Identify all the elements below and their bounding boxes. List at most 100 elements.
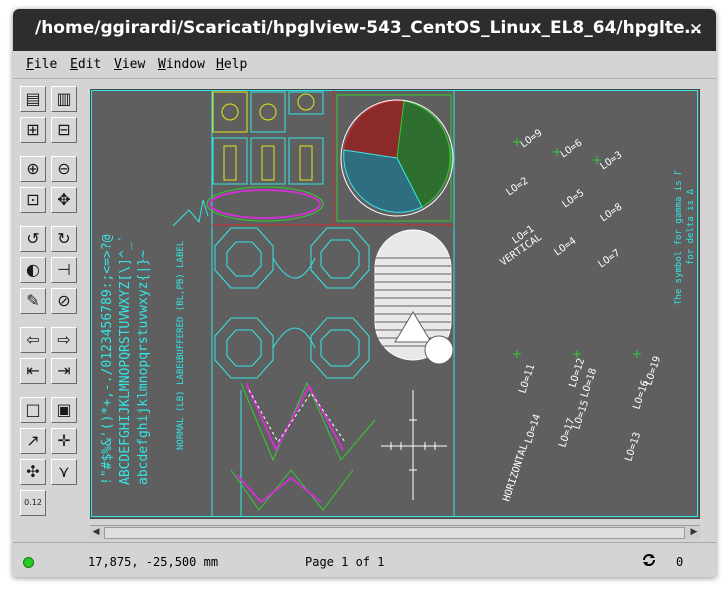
lo-label: LO=6 <box>558 138 584 161</box>
split-icon: ⊣ <box>57 260 71 279</box>
lo-label: LO=9 <box>518 128 544 151</box>
delta-line: for delta is Δ <box>686 189 696 265</box>
buffered-label: BUFFERED (BL,PB) LABEL <box>176 241 186 360</box>
lo-label: HORIZONTAL <box>501 442 530 503</box>
contrast-button[interactable]: ◐ <box>20 257 46 283</box>
zoom-out-icon: ⊖ <box>57 159 71 178</box>
page-indicator: Page 1 of 1 <box>305 555 385 569</box>
char-set-text: !"#$%&'()*+,-./0123456789:;<=>?@ ABCDEFG… <box>100 234 151 485</box>
filled-rectangle-icon: ▣ <box>56 400 72 419</box>
zigzag-shape <box>172 199 209 227</box>
lo-label: LO=11 <box>517 363 537 395</box>
rectangle-button[interactable]: □ <box>20 397 46 423</box>
remove-page-icon: ⊟ <box>57 120 71 139</box>
hpgl-drawing: !"#$%&'()*+,-./0123456789:;<=>?@ ABCDEFG… <box>91 90 698 517</box>
zoom-in-button[interactable]: ⊕ <box>20 156 46 182</box>
redo-icon: ⇨ <box>57 330 71 349</box>
crosshair-icon: ✛ <box>57 431 71 450</box>
zoom-fit-button[interactable]: ⊡ <box>20 187 46 213</box>
first-page-icon: ⇤ <box>26 361 40 380</box>
scroll-thumb[interactable] <box>104 527 685 539</box>
drawing-canvas[interactable]: !"#$%&'()*+,-./0123456789:;<=>?@ ABCDEFG… <box>90 89 700 519</box>
title-bar[interactable]: /home/ggirardi/Scaricati/hpglview-543_Ce… <box>13 9 716 51</box>
lo-label: LO=5 <box>560 188 586 211</box>
lo-label: LO=19 <box>643 355 663 387</box>
redo-button[interactable]: ⇨ <box>51 327 77 353</box>
zoom-window-button[interactable]: ✥ <box>51 187 77 213</box>
scroll-left-icon[interactable]: ◀ <box>90 527 102 538</box>
rotate-right-button[interactable]: ↻ <box>51 226 77 252</box>
box-grid <box>206 91 324 222</box>
first-page-button[interactable]: ⇤ <box>20 358 46 384</box>
contrast-icon: ◐ <box>26 260 40 279</box>
label-text: NORMAL (LB) LABEL BUFFERED (BL,PB) LABEL <box>176 241 186 450</box>
zoom-fit-icon: ⊡ <box>26 190 40 209</box>
add-page-button[interactable]: ⊞ <box>20 117 46 143</box>
gamma-line: The symbol for gamma is Γ <box>674 170 684 305</box>
arrow-line-icon: ↗ <box>26 431 40 450</box>
no-fill-button[interactable]: ⊘ <box>51 288 77 314</box>
menu-file[interactable]: File <box>26 57 57 72</box>
horizontal-scrollbar[interactable]: ◀ ▶ <box>90 525 700 539</box>
status-bar: 17,875, -25,500 mm Page 1 of 1 0 <box>13 542 716 577</box>
lo-label: LO=3 <box>598 150 624 173</box>
status-led-icon <box>23 557 34 568</box>
pan-icon: ✣ <box>26 462 40 481</box>
lo-label: LO=8 <box>598 202 624 225</box>
measure-button[interactable]: 0.12 <box>20 490 46 516</box>
pan-button[interactable]: ✣ <box>20 459 46 485</box>
lo-label: LO=7 <box>596 248 622 271</box>
lo-label: LO=4 <box>552 236 578 259</box>
rotate-left-icon: ↺ <box>26 229 40 248</box>
new-file-icon: ▤ <box>25 89 41 108</box>
next-page-icon: ⇥ <box>57 361 71 380</box>
menu-bar: File Edit View Window Help <box>13 51 716 79</box>
open-file-button[interactable]: ▥ <box>51 86 77 112</box>
zigzag-lines <box>230 381 376 516</box>
pen-settings-button[interactable]: ✎ <box>20 288 46 314</box>
status-count: 0 <box>676 555 684 569</box>
lo-label: LO=13 <box>623 431 643 463</box>
zoom-window-icon: ✥ <box>57 190 71 209</box>
char-row-3: abcdefghijklmnopqrstuvwxyz{|}~ <box>136 250 151 485</box>
zoom-in-icon: ⊕ <box>26 159 40 178</box>
open-file-icon: ▥ <box>56 89 72 108</box>
crosshair-button[interactable]: ✛ <box>51 428 77 454</box>
char-row-1: !"#$%&'()*+,-./0123456789:;<=>?@ <box>100 234 115 485</box>
undo-icon: ⇦ <box>26 330 40 349</box>
rectangle-icon: □ <box>25 400 41 419</box>
new-file-button[interactable]: ▤ <box>20 86 46 112</box>
close-button[interactable]: ✕ <box>686 20 706 40</box>
rotate-left-button[interactable]: ↺ <box>20 226 46 252</box>
menu-help[interactable]: Help <box>216 57 247 72</box>
char-row-2: ABCDEFGHIJKLMNOPQRSTUVWXYZ[\]^_` <box>118 235 133 485</box>
menu-edit[interactable]: Edit <box>70 57 101 72</box>
add-page-icon: ⊞ <box>26 120 40 139</box>
window-title: /home/ggirardi/Scaricati/hpglview-543_Ce… <box>35 18 702 38</box>
zoom-out-button[interactable]: ⊖ <box>51 156 77 182</box>
lo-label: LO=14 <box>523 413 543 445</box>
symbol-text: The symbol for gamma is Γ for delta is Δ <box>674 170 696 305</box>
crosshair-axes <box>381 390 447 500</box>
cursor-coordinates: 17,875, -25,500 mm <box>88 555 219 569</box>
next-page-button[interactable]: ⇥ <box>51 358 77 384</box>
pie-graphic <box>336 94 454 222</box>
polygon-shapes <box>214 227 370 379</box>
menu-view[interactable]: View <box>114 57 145 72</box>
rotate-right-icon: ↻ <box>57 229 71 248</box>
split-button[interactable]: ⊣ <box>51 257 77 283</box>
measure-icon: 0.12 <box>24 498 42 507</box>
lo-label: LO=15 <box>571 399 591 431</box>
filled-rectangle-button[interactable]: ▣ <box>51 397 77 423</box>
polyline-button[interactable]: ⋎ <box>51 459 77 485</box>
pen-settings-icon: ✎ <box>26 291 40 310</box>
menu-window[interactable]: Window <box>158 57 205 72</box>
arrow-line-button[interactable]: ↗ <box>20 428 46 454</box>
undo-button[interactable]: ⇦ <box>20 327 46 353</box>
normal-label: NORMAL (LB) LABEL <box>176 358 186 450</box>
lo-label: LO=2 <box>504 176 530 199</box>
refresh-icon[interactable] <box>641 552 657 568</box>
scroll-right-icon[interactable]: ▶ <box>688 527 700 538</box>
no-fill-icon: ⊘ <box>57 291 71 310</box>
remove-page-button[interactable]: ⊟ <box>51 117 77 143</box>
